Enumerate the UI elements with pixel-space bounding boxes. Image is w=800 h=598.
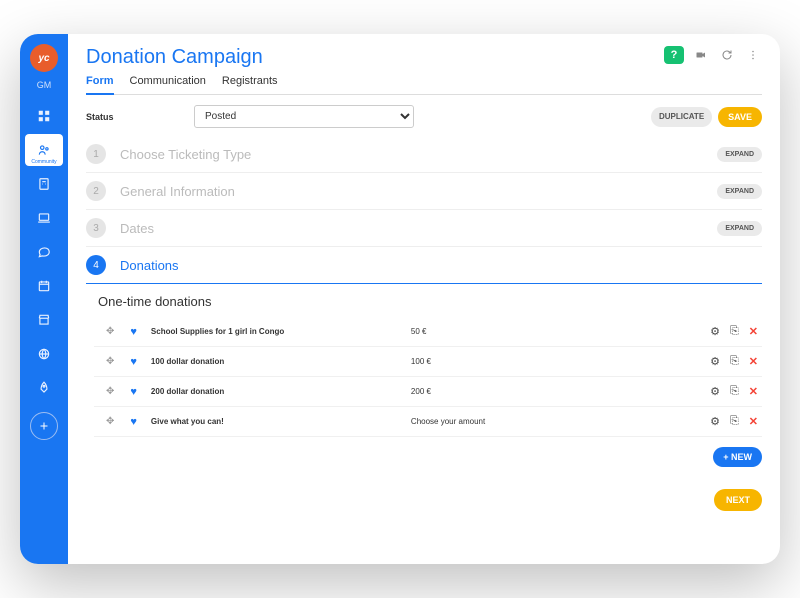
section-title: Choose Ticketing Type (120, 147, 251, 162)
delete-icon[interactable]: ✕ (749, 325, 758, 338)
section-title: Dates (120, 221, 154, 236)
donation-name: 100 dollar donation (151, 357, 411, 366)
expand-button[interactable]: EXPAND (717, 184, 762, 199)
drag-handle-icon[interactable]: ✥ (106, 416, 114, 427)
section-number: 1 (86, 144, 106, 164)
nav-calc[interactable] (25, 168, 63, 200)
nav-rocket[interactable] (25, 372, 63, 404)
donation-amount: 100 € (411, 357, 710, 366)
gear-icon[interactable]: ⚙ (710, 355, 720, 368)
delete-icon[interactable]: ✕ (749, 385, 758, 398)
content: Status Posted DUPLICATE SAVE 1 Choose Ti… (68, 95, 780, 564)
duplicate-button[interactable]: DUPLICATE (651, 107, 712, 127)
main-area: Donation Campaign ? Form Communication R… (68, 34, 780, 564)
donation-name: 200 dollar donation (151, 387, 411, 396)
section-title: Donations (120, 258, 179, 273)
donation-name: Give what you can! (151, 417, 411, 426)
user-initials: GM (37, 80, 52, 90)
page-title: Donation Campaign (86, 46, 263, 69)
nav-add-button[interactable] (30, 412, 58, 440)
donation-amount: Choose your amount (411, 417, 710, 426)
tab-bar: Form Communication Registrants (86, 75, 762, 95)
tab-registrants[interactable]: Registrants (222, 75, 278, 95)
help-button[interactable]: ? (664, 46, 684, 64)
drag-handle-icon[interactable]: ✥ (106, 386, 114, 397)
copy-icon[interactable]: ⎘ (730, 355, 739, 368)
sidebar: yc GM Community (20, 34, 68, 564)
section-ticketing: 1 Choose Ticketing Type EXPAND (86, 136, 762, 173)
nav-calendar[interactable] (25, 270, 63, 302)
status-select[interactable]: Posted (194, 105, 414, 128)
nav-store[interactable] (25, 304, 63, 336)
expand-button[interactable]: EXPAND (717, 221, 762, 236)
drag-handle-icon[interactable]: ✥ (106, 356, 114, 367)
donation-amount: 200 € (411, 387, 710, 396)
section-general: 2 General Information EXPAND (86, 173, 762, 210)
save-button[interactable]: SAVE (718, 107, 762, 127)
tab-form[interactable]: Form (86, 75, 114, 95)
copy-icon[interactable]: ⎘ (730, 325, 739, 338)
donation-row: ✥ ♥ School Supplies for 1 girl in Congo … (94, 317, 762, 347)
nav-laptop[interactable] (25, 202, 63, 234)
heart-icon: ♥ (130, 386, 137, 398)
header-actions: ? (664, 46, 762, 64)
nav-globe[interactable] (25, 338, 63, 370)
copy-icon[interactable]: ⎘ (730, 415, 739, 428)
copy-icon[interactable]: ⎘ (730, 385, 739, 398)
tab-communication[interactable]: Communication (130, 75, 206, 95)
nav-label: Community (25, 159, 63, 165)
next-button[interactable]: NEXT (714, 489, 762, 511)
nav-chat[interactable] (25, 236, 63, 268)
more-icon[interactable] (744, 46, 762, 64)
section-number: 4 (86, 255, 106, 275)
refresh-icon[interactable] (718, 46, 736, 64)
donations-block: One-time donations ✥ ♥ School Supplies f… (86, 284, 762, 467)
heart-icon: ♥ (130, 416, 137, 428)
section-donations: 4 Donations (86, 247, 762, 284)
gear-icon[interactable]: ⚙ (710, 415, 720, 428)
app-frame: yc GM Community Donation Campaign ? F (20, 34, 780, 564)
expand-button[interactable]: EXPAND (717, 147, 762, 162)
drag-handle-icon[interactable]: ✥ (106, 326, 114, 337)
delete-icon[interactable]: ✕ (749, 415, 758, 428)
donation-row: ✥ ♥ Give what you can! Choose your amoun… (94, 407, 762, 437)
new-button[interactable]: + NEW (713, 447, 762, 467)
page-header: Donation Campaign ? Form Communication R… (68, 34, 780, 95)
app-logo[interactable]: yc (30, 44, 58, 72)
status-label: Status (86, 112, 176, 122)
status-row: Status Posted DUPLICATE SAVE (86, 105, 762, 128)
nav-community[interactable]: Community (25, 134, 63, 166)
donation-name: School Supplies for 1 girl in Congo (151, 327, 411, 336)
donation-row: ✥ ♥ 100 dollar donation 100 € ⚙ ⎘ ✕ (94, 347, 762, 377)
section-dates: 3 Dates EXPAND (86, 210, 762, 247)
gear-icon[interactable]: ⚙ (710, 325, 720, 338)
donation-amount: 50 € (411, 327, 710, 336)
heart-icon: ♥ (130, 326, 137, 338)
donation-row: ✥ ♥ 200 dollar donation 200 € ⚙ ⎘ ✕ (94, 377, 762, 407)
section-title: General Information (120, 184, 235, 199)
gear-icon[interactable]: ⚙ (710, 385, 720, 398)
video-icon[interactable] (692, 46, 710, 64)
section-number: 2 (86, 181, 106, 201)
heart-icon: ♥ (130, 356, 137, 368)
nav-dashboard[interactable] (25, 100, 63, 132)
delete-icon[interactable]: ✕ (749, 355, 758, 368)
section-number: 3 (86, 218, 106, 238)
donations-heading: One-time donations (94, 294, 762, 309)
